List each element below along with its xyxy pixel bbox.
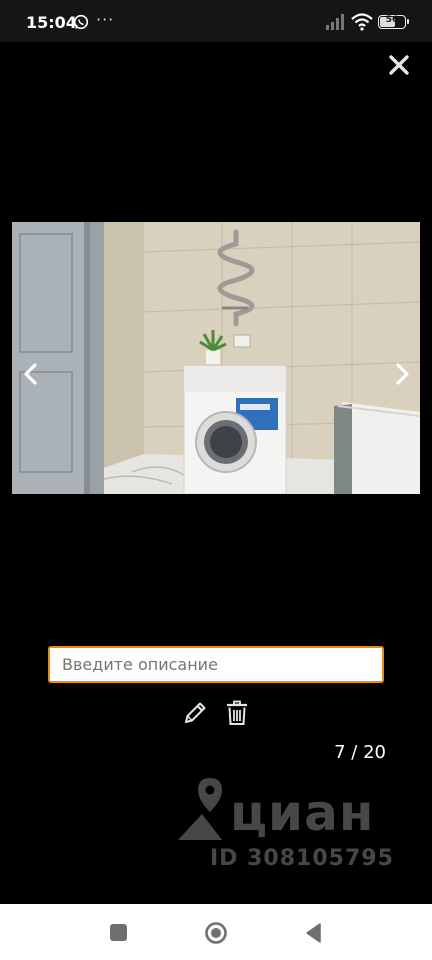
recents-button[interactable] [110, 924, 127, 941]
status-more-icon: ··· [96, 10, 115, 29]
status-time: 15:04 [26, 13, 77, 32]
watermark-brand: циан [230, 784, 375, 842]
pencil-icon[interactable] [182, 700, 208, 726]
signal-icon [326, 14, 344, 30]
cian-watermark: циан ID 308105795 [170, 776, 410, 876]
back-icon[interactable] [304, 922, 322, 944]
wifi-icon [351, 13, 373, 31]
chevron-right-icon[interactable] [389, 360, 415, 388]
whatsapp-icon [73, 14, 89, 30]
chevron-left-icon[interactable] [18, 360, 44, 388]
trash-icon[interactable] [225, 700, 249, 726]
status-bar: 15:04 ··· 56 [0, 0, 432, 42]
description-input[interactable] [48, 646, 384, 683]
cian-logo-icon [178, 778, 222, 840]
battery-icon: 56 [378, 15, 409, 29]
close-icon[interactable] [386, 52, 412, 78]
bathroom-photo-image [12, 222, 420, 494]
battery-level: 56 [385, 15, 399, 25]
listing-photo [12, 222, 420, 494]
system-nav-bar [0, 904, 432, 960]
home-icon[interactable] [204, 921, 228, 945]
photo-counter: 7 / 20 [334, 742, 386, 763]
watermark-id: ID 308105795 [210, 846, 394, 871]
